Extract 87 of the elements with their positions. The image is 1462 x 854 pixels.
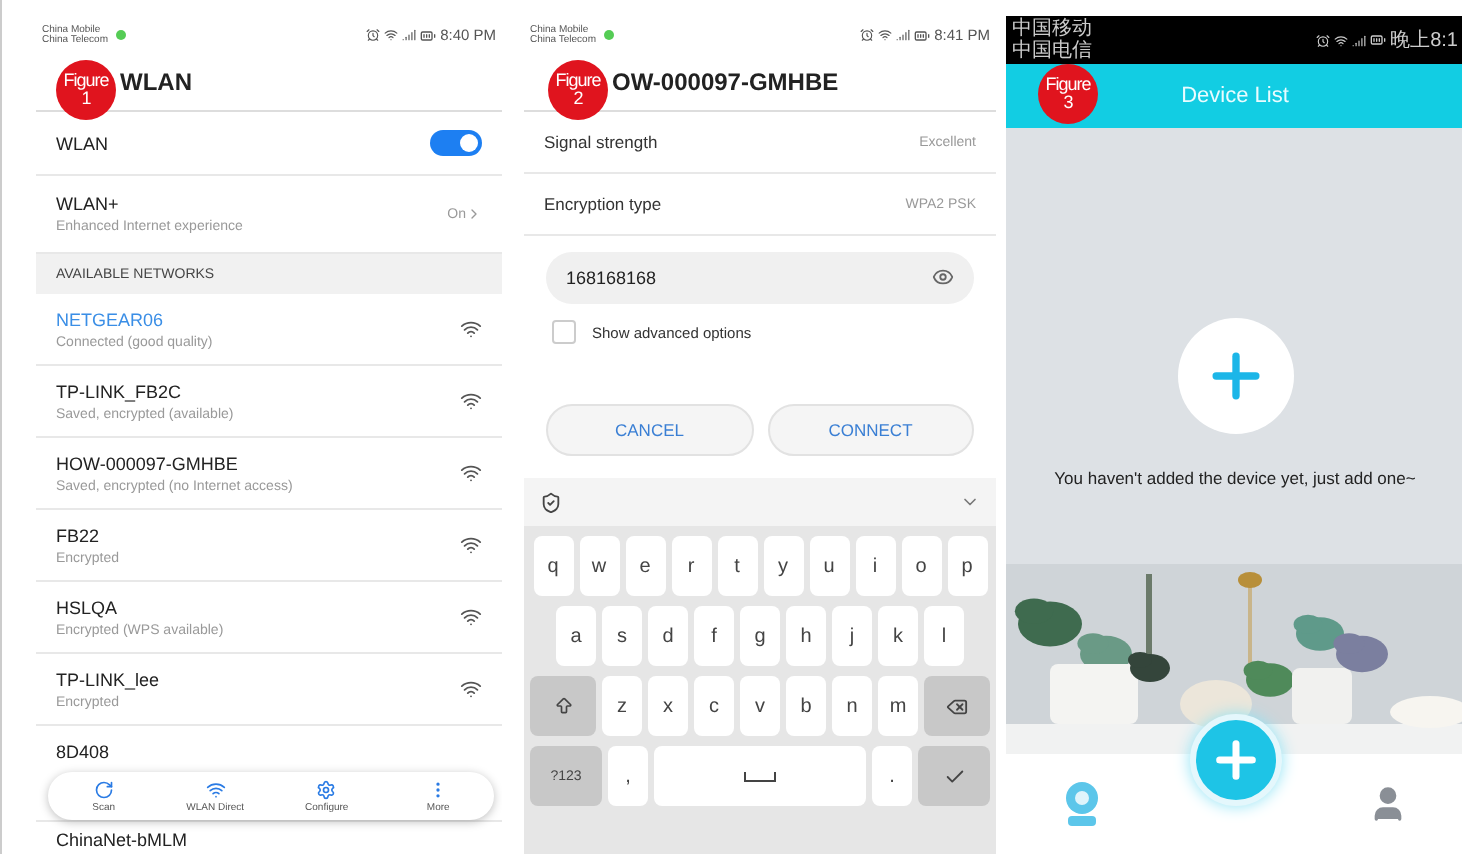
status-dot-icon [115,30,126,40]
carrier-name: 中国移动 [1012,17,1092,39]
keyboard-key[interactable]: b [786,676,826,736]
keyboard-key[interactable]: q [533,536,573,596]
status-dot-icon [603,30,614,40]
carrier-name: 中国电信 [1012,40,1092,63]
chevron-icon [466,206,482,222]
status-time: 晚上8:1 [1390,27,1458,54]
network-name[interactable]: FB22 [56,525,120,545]
add-button[interactable] [1189,714,1281,806]
alarm-icon [366,28,381,42]
password-field[interactable]: 168168168 [546,252,974,304]
signal-icon [896,28,911,42]
keyboard-key[interactable]: c [694,676,734,736]
figure-badge: Figure 1 [56,60,116,120]
keyboard-key[interactable]: d [648,606,688,666]
keyboard-key[interactable]: g [740,606,780,666]
keyboard-key[interactable]: u [809,536,849,596]
alarm-icon [860,28,875,42]
network-name[interactable]: ChinaNet-bMLM [56,830,188,850]
keyboard-key[interactable]: w [579,536,619,596]
screen-title: Device List [1181,84,1289,108]
wifi-icon [384,28,399,42]
keyboard-key[interactable]: r [671,536,711,596]
wifi-icon [460,678,482,700]
keyboard-key[interactable]: h [786,606,826,666]
setting-label: WLAN+ [56,194,121,214]
backspace-icon [946,695,968,717]
wifi-icon [878,28,893,42]
shift-key[interactable] [530,676,596,736]
network-name[interactable]: TP-LINK_FB2C [56,381,234,401]
screen-title: OW-000097-GMHBE [612,68,839,96]
setting-label: WLAN [56,133,109,153]
detail-label: Signal strength [544,132,658,152]
keyboard-key[interactable]: i [855,536,895,596]
refresh-icon [93,779,114,799]
shield-icon [540,491,562,513]
empty-message: You haven't added the device yet, just add one~ [1054,468,1416,488]
keyboard-key[interactable]: m [878,676,918,736]
battery-icon [1370,32,1387,48]
signal-icon [402,28,417,42]
dialog-button[interactable]: CONNECT [767,404,974,456]
wifi-icon [460,534,482,556]
battery-icon [914,27,931,43]
keyboard-key[interactable]: f [694,606,734,666]
wifi-icon [460,390,482,412]
checkbox[interactable] [552,320,576,344]
battery-icon [420,27,437,43]
wlan-toggle[interactable] [430,130,482,156]
wifi-icon [460,318,482,340]
wifi-icon [460,606,482,628]
alarm-icon [1316,33,1331,47]
dialog-button[interactable]: CANCEL [546,404,753,456]
network-name[interactable]: HOW-000097-GMHBE [56,453,293,473]
wifi-icon [1334,33,1349,47]
keyboard-key[interactable]: j [832,606,872,666]
camera-icon[interactable] [1062,780,1102,828]
keyboard-key[interactable]: t [717,536,757,596]
keyboard-key[interactable]: y [763,536,803,596]
network-name[interactable]: HSLQA [56,597,224,617]
keyboard-key[interactable]: v [740,676,780,736]
wifi-icon [460,462,482,484]
backspace-key[interactable] [924,676,990,736]
keyboard-key[interactable]: e [625,536,665,596]
figure-badge: Figure 2 [548,60,608,120]
keyboard-key[interactable]: n [832,676,872,736]
keyboard-key[interactable]: s [602,606,642,666]
space-icon [744,771,776,781]
network-name[interactable]: 8D408 [56,742,110,762]
keyboard-key[interactable]: x [648,676,688,736]
keyboard-key[interactable]: l [924,606,964,666]
keyboard-key[interactable]: p [947,536,987,596]
screen-title: WLAN [120,68,192,96]
keyboard-key[interactable]: a [556,606,596,666]
keyboard-key[interactable]: , [608,746,648,806]
detail-label: Encryption type [544,194,662,214]
settings-icon [316,779,337,799]
wifi-icon [205,779,226,799]
check-icon [943,765,965,787]
keyboard-key[interactable]: k [878,606,918,666]
network-name[interactable]: TP-LINK_lee [56,669,160,689]
keyboard-key[interactable]: . [872,746,912,806]
keyboard-key[interactable]: o [901,536,941,596]
shift-icon [553,696,573,716]
keyboard-key[interactable]: z [602,676,642,736]
eye-icon[interactable] [932,266,954,288]
signal-icon [1352,33,1367,47]
